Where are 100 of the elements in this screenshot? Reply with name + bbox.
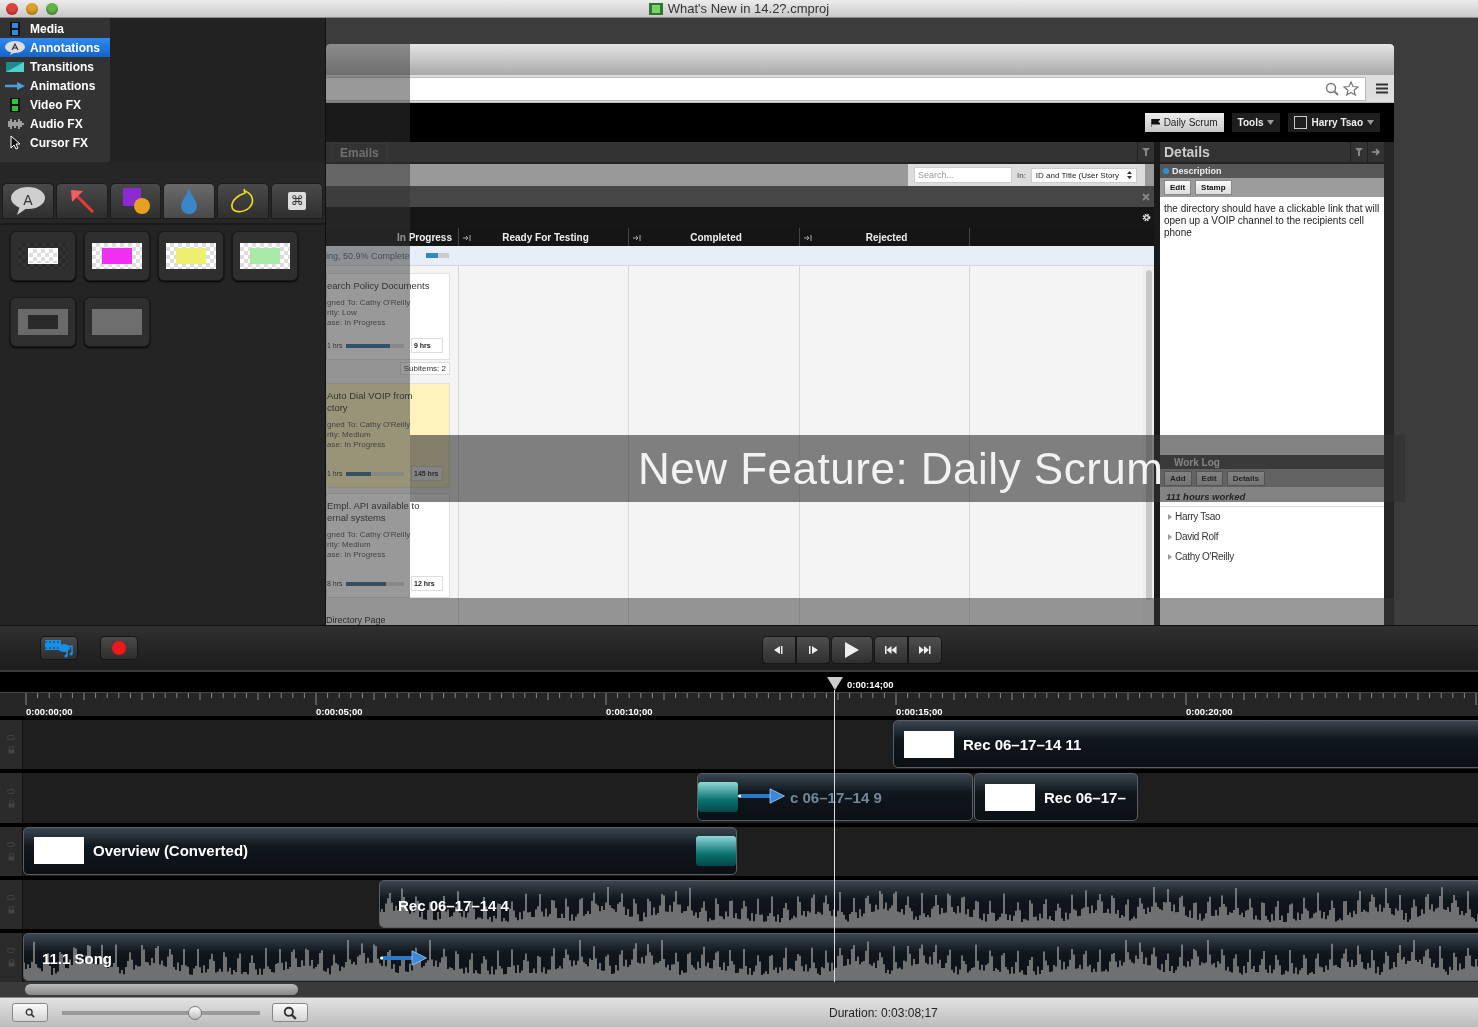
zoom-in-button[interactable] xyxy=(272,1003,308,1022)
style-preset[interactable] xyxy=(10,231,76,281)
search-icon[interactable] xyxy=(1325,81,1339,96)
style-preset[interactable] xyxy=(84,231,150,281)
daily-scrum-button[interactable]: Daily Scrum xyxy=(1144,113,1224,132)
zoom-out-button[interactable] xyxy=(12,1003,48,1022)
hours-total: 111 hours worked xyxy=(1160,487,1384,507)
shapes-tab[interactable] xyxy=(109,183,162,219)
edit-button[interactable]: Edit xyxy=(1164,180,1192,195)
video-clip[interactable]: Overview (Converted) xyxy=(23,826,737,875)
person-name[interactable]: David Rolf xyxy=(1175,531,1219,542)
blur-tab[interactable] xyxy=(163,183,216,219)
filter-icon[interactable] xyxy=(1142,148,1150,156)
progress-bar xyxy=(346,471,404,476)
expand-icon[interactable] xyxy=(1168,533,1172,540)
log-button[interactable]: Add xyxy=(1164,470,1192,486)
filter-icon[interactable] xyxy=(1355,148,1363,156)
card-detail: gned To: Cathy O'Reilly xyxy=(327,530,412,540)
play-button[interactable] xyxy=(831,636,873,664)
sidebar-item[interactable]: Video FX xyxy=(0,95,110,114)
clip-label: 11.1 Song xyxy=(42,950,113,968)
time-label: 0:00:20;00 xyxy=(1186,705,1233,717)
playhead-time: 0:00:14;00 xyxy=(847,679,894,690)
caret-icon xyxy=(1267,120,1275,125)
media-icon xyxy=(44,638,74,658)
skip-forward-icon xyxy=(919,646,931,654)
style-preset[interactable] xyxy=(158,231,224,281)
sidebar-item[interactable]: Annotations xyxy=(0,38,110,57)
cursor-icon xyxy=(10,135,20,150)
card-detail: ase: In Progress xyxy=(327,318,387,328)
expand-icon[interactable] xyxy=(1168,513,1172,520)
search-icon xyxy=(283,1005,297,1020)
drop-icon xyxy=(180,187,199,215)
caret-icon xyxy=(1367,120,1374,125)
step-forward-button[interactable] xyxy=(796,636,830,664)
person-name[interactable]: Harry Tsao xyxy=(1175,511,1221,522)
callout-tab[interactable]: A xyxy=(2,183,54,219)
log-button[interactable]: Details xyxy=(1226,470,1265,486)
shapes-icon xyxy=(120,187,151,215)
collapse-icon[interactable] xyxy=(463,234,471,241)
card-detail: ase: In Progress xyxy=(327,440,387,450)
card-detail: rity: Medium xyxy=(327,430,372,440)
clip-label: Rec 06–17–14 11 xyxy=(963,735,1082,753)
sidebar-item[interactable]: Media xyxy=(0,19,110,38)
record-button[interactable] xyxy=(100,636,138,660)
collapse-icon[interactable] xyxy=(804,234,812,241)
person-name[interactable]: Cathy O'Reilly xyxy=(1175,551,1234,562)
audio-clip[interactable]: 11.1 Song xyxy=(23,933,1478,982)
description-text: the directory should have a clickable link that will open up a VOIP channel to the recipients cell phone xyxy=(1163,202,1381,240)
subitems-count: Subitems: 2 xyxy=(399,362,450,375)
time-label: 0:00:00;00 xyxy=(26,705,73,717)
column-header: Ready For Testing xyxy=(501,231,590,243)
menu-icon[interactable] xyxy=(1376,83,1388,94)
time-label: 0:00:10;00 xyxy=(606,705,653,717)
sidebar-item[interactable]: Transitions xyxy=(0,57,110,76)
waveform-icon xyxy=(6,117,24,130)
zoom-button[interactable] xyxy=(46,2,58,15)
sketch-tab[interactable] xyxy=(217,183,270,219)
expand-icon[interactable] xyxy=(1168,553,1172,560)
scope-select[interactable]: ID and Title (User Story xyxy=(1030,167,1137,183)
search-field[interactable]: Search... xyxy=(913,167,1012,183)
log-button[interactable]: Edit xyxy=(1195,470,1223,486)
tools-menu[interactable]: Tools xyxy=(1231,113,1281,132)
stamp-button[interactable]: Stamp xyxy=(1195,180,1232,195)
sidebar-item[interactable]: Animations xyxy=(0,76,110,95)
progress-bar xyxy=(346,343,404,348)
arrow-icon xyxy=(5,81,25,90)
audio-clip[interactable]: Rec 06–17–14 4 xyxy=(379,879,1478,928)
step-forward-icon xyxy=(808,646,818,654)
user-menu[interactable]: Harry Tsao xyxy=(1288,113,1380,132)
close-button[interactable] xyxy=(6,2,18,15)
transition-thumbnail[interactable] xyxy=(698,782,738,813)
arrow-tab[interactable] xyxy=(55,183,108,219)
arrow-icon[interactable] xyxy=(1372,148,1380,156)
story-title: Directory Page xyxy=(326,615,387,625)
collapse-icon[interactable] xyxy=(633,234,641,241)
step-back-button[interactable] xyxy=(762,636,796,664)
clip-thumbnail xyxy=(34,837,84,865)
clip-thumbnail xyxy=(985,783,1035,811)
panel-title: Details xyxy=(1163,144,1211,160)
minimize-button[interactable] xyxy=(26,2,38,15)
play-icon xyxy=(845,642,859,658)
star-icon[interactable] xyxy=(1343,81,1359,96)
skip-forward-button[interactable] xyxy=(908,636,942,664)
sidebar-item[interactable]: Audio FX xyxy=(0,114,110,133)
video-clip[interactable]: Rec 06–17–14 11 xyxy=(893,720,1478,769)
close-icon[interactable] xyxy=(1142,192,1150,201)
settings-icon[interactable] xyxy=(1142,213,1151,222)
skip-back-button[interactable] xyxy=(874,636,908,664)
sidebar-item[interactable]: Cursor FX xyxy=(0,133,110,152)
style-preset[interactable] xyxy=(232,231,298,281)
time-label: 0:00:05;00 xyxy=(316,705,363,717)
speech-bubble-icon xyxy=(8,186,47,216)
step-back-icon xyxy=(774,646,784,654)
transition-thumbnail[interactable] xyxy=(696,835,736,866)
media-library-button[interactable] xyxy=(40,636,78,660)
keystroke-tab[interactable]: ⌘ xyxy=(271,183,323,219)
video-clip[interactable]: Rec 06–17– xyxy=(974,773,1138,822)
avatar-icon xyxy=(1294,116,1308,129)
card-title: ctory xyxy=(327,402,349,414)
